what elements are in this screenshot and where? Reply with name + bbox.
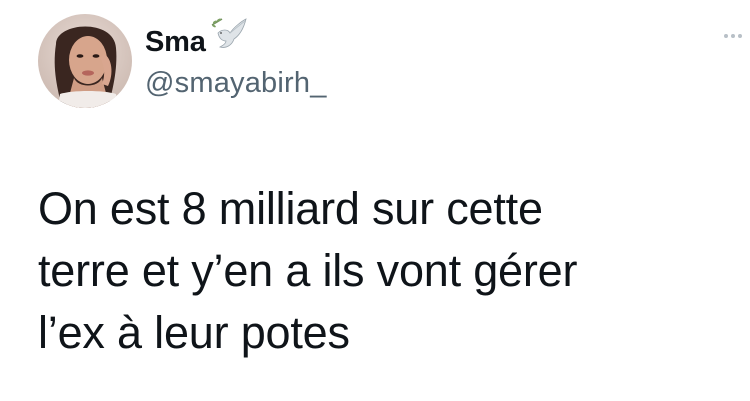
dot-icon [724, 34, 728, 38]
dove-icon [208, 17, 248, 53]
tweet-header: Sma @smayabirh_ [38, 14, 327, 108]
handle[interactable]: @smayabirh_ [145, 67, 327, 100]
dot-icon [731, 34, 735, 38]
avatar[interactable] [38, 14, 132, 108]
author-names: Sma @smayabirh_ [145, 17, 327, 100]
dot-icon [738, 34, 742, 38]
more-options-icon[interactable] [724, 30, 748, 42]
display-name-row: Sma [145, 17, 327, 59]
display-name[interactable]: Sma [145, 26, 206, 59]
tweet-card: Sma @smayabirh_ On est 8 milliard sur ce… [0, 0, 750, 401]
tweet-text: On est 8 milliard sur cette terre et y’e… [38, 183, 578, 358]
